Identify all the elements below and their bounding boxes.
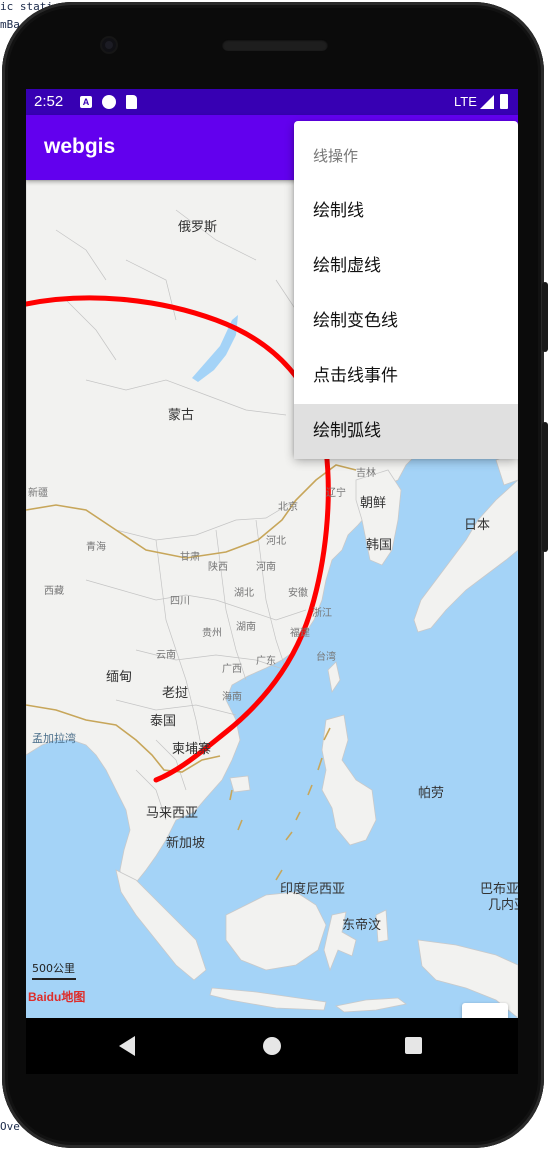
menu-item-draw-line[interactable]: 绘制线 [294,184,518,239]
recents-icon[interactable] [405,1037,422,1054]
menu-item-draw-gradient-line[interactable]: 绘制变色线 [294,294,518,349]
volume-button [542,422,548,552]
map-label: 浙江 [312,608,332,619]
sd-card-icon [126,95,137,109]
power-button [542,282,548,352]
map-label: 印度尼西亚 [280,882,346,897]
map-label: 朝鲜 [360,496,387,511]
baidu-logo: Baidu地图 [28,988,85,1005]
map-label: 老挝 [162,686,189,701]
map-label: 俄罗斯 [178,220,218,235]
menu-header: 线操作 [313,147,359,165]
front-camera [102,38,116,52]
map-label: 辽宁 [326,488,346,499]
menu-item-draw-dashed-line[interactable]: 绘制虚线 [294,239,518,294]
overflow-menu: 线操作 绘制线 绘制虚线 绘制变色线 点击线事件 绘制弧线 [294,121,518,459]
scale-label: 500公里 [32,962,75,975]
app-badge-icon [102,95,116,109]
menu-item-draw-arc[interactable]: 绘制弧线 [294,404,518,459]
navigation-bar [26,1018,518,1074]
map-label: 北京 [278,502,298,513]
map-label: 陕西 [208,562,228,573]
status-time: 2:52 [34,93,64,110]
scale-line [32,978,76,980]
battery-icon [500,94,508,109]
map-label: 甘肃 [180,552,200,563]
map-label: 新疆 [28,488,48,499]
signal-icon [480,95,494,109]
map-label: 泰国 [150,714,177,729]
hainan-island [229,775,251,793]
zoom-in-button[interactable]: + [462,1003,508,1018]
map-label: 孟加拉湾 [32,732,76,745]
home-icon[interactable] [263,1037,281,1055]
status-bar: 2:52 A LTE [26,89,518,115]
a-badge-icon: A [80,96,92,108]
speaker-grille [222,39,328,51]
map-label: 马来西亚 [146,806,199,821]
map-label: 河北 [266,536,286,547]
map-label: 东帝汶 [342,918,382,933]
map-label: 贵州 [202,628,222,639]
map-label: 湖南 [236,622,256,633]
map-label: 西藏 [44,586,64,597]
map-label: 帕劳 [418,786,445,801]
map-label: 韩国 [366,538,393,553]
map-label: 缅甸 [106,670,133,685]
device-screen: 俄罗斯 蒙古 新疆 青海 西藏 甘肃 陕西 四川 云南 贵州 湖北 河南 河北 … [26,89,518,1018]
map-label: 台湾 [316,652,336,663]
map-label: 吉林 [356,468,376,479]
map-label: 福建 [290,628,310,639]
map-label: 四川 [170,596,190,607]
map-label: 云南 [156,650,176,661]
map-label: 安徽 [288,588,308,599]
map-label: 河南 [256,562,276,573]
map-label: 柬埔寨 [172,742,212,757]
app-title: webgis [44,135,116,158]
map-label: 新加坡 [166,836,206,851]
map-label: 几内亚 [488,898,518,913]
zoom-controls: + − [462,1003,508,1018]
map-label: 蒙古 [168,408,195,423]
back-icon[interactable] [119,1036,137,1056]
status-network: LTE [454,94,477,109]
map-label: 广东 [256,656,276,667]
menu-item-click-line-event[interactable]: 点击线事件 [294,349,518,404]
map-label: 广西 [222,664,242,675]
map-label: 日本 [464,518,491,533]
map-label: 青海 [86,542,106,553]
baidu-logo-text: Baidu地图 [28,990,86,1004]
map-label: 湖北 [234,588,254,599]
scale-bar: 500公里 [32,960,76,980]
map-label: 海南 [222,692,242,703]
